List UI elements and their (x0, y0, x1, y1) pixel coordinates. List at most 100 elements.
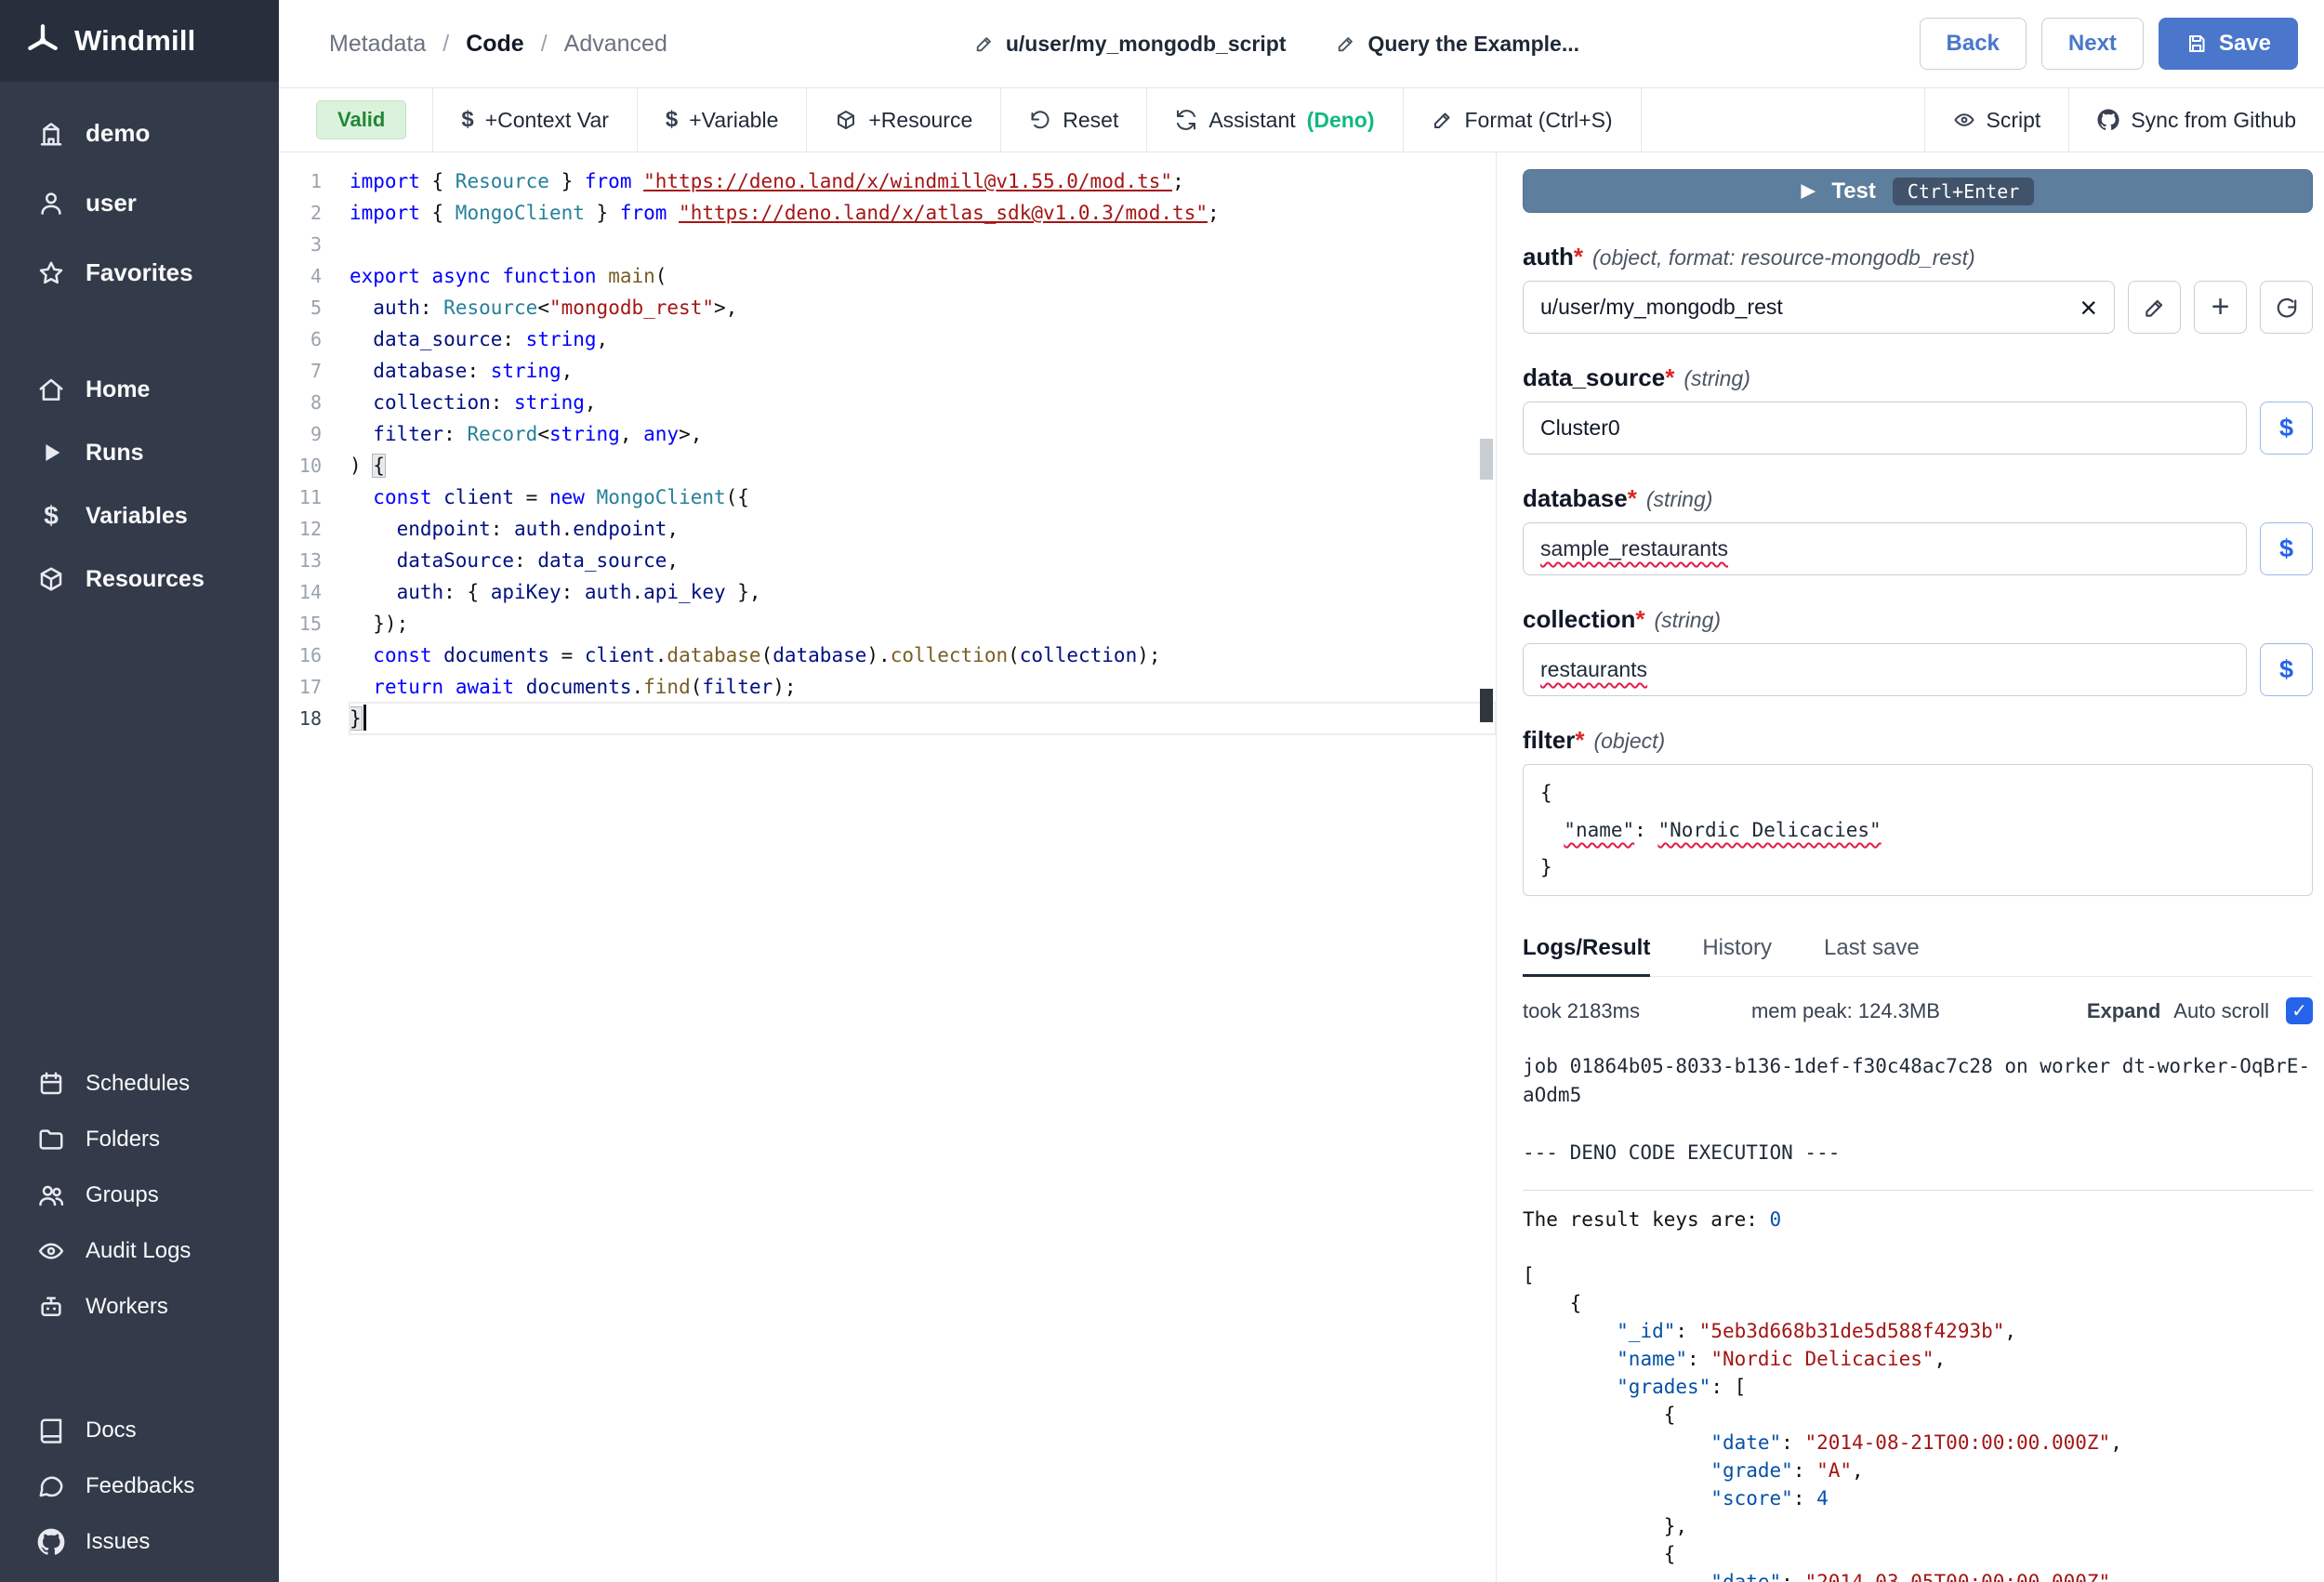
sidebar-item-workspace-demo[interactable]: demo (0, 99, 279, 168)
code-lines[interactable]: import { Resource } from "https://deno.l… (322, 165, 1496, 1582)
sidebar-item-resources[interactable]: Resources (0, 547, 279, 611)
script-summary: Query the Example... (1367, 32, 1579, 57)
sidebar-item-home[interactable]: Home (0, 358, 279, 421)
topbar: Metadata / Code / Advanced u/user/my_mon… (279, 0, 2324, 87)
main-nav-section: Home Runs $ Variables Resources (0, 358, 279, 611)
result-json: The result keys are: 0[ { "_id": "5eb3d6… (1523, 1206, 2313, 1582)
next-button[interactable]: Next (2041, 18, 2144, 70)
script-view-button[interactable]: Script (1924, 88, 2069, 152)
scrollbar-handle[interactable] (1480, 439, 1493, 480)
field-label-filter: filter * (object) (1523, 726, 2313, 755)
breadcrumb-separator: / (442, 31, 449, 58)
sidebar-item-schedules[interactable]: Schedules (0, 1056, 279, 1112)
collection-input[interactable]: restaurants (1523, 643, 2247, 696)
chat-icon (37, 1472, 65, 1500)
refresh-icon (2275, 296, 2299, 320)
test-button[interactable]: ▶ Test Ctrl+Enter (1523, 169, 2313, 213)
pencil-icon (1336, 33, 1356, 54)
format-button[interactable]: Format (Ctrl+S) (1404, 88, 1642, 152)
footer-nav-section: Docs Feedbacks Issues (0, 1403, 279, 1570)
field-label-auth: auth * (object, format: resource-mongodb… (1523, 243, 2313, 271)
pencil-icon (2143, 296, 2167, 320)
eye-icon (37, 1237, 65, 1265)
data-source-row: Cluster0 $ (1523, 402, 2313, 455)
auth-resource-input[interactable]: u/user/my_mongodb_rest × (1523, 281, 2115, 334)
add-context-var-button[interactable]: $ +Context Var (432, 88, 638, 152)
pen-icon (1432, 109, 1454, 131)
reset-button[interactable]: Reset (1001, 88, 1147, 152)
tab-last-save[interactable]: Last save (1824, 935, 1920, 976)
autoscroll-checkbox[interactable]: ✓ (2286, 997, 2313, 1024)
tab-code[interactable]: Code (466, 31, 524, 58)
field-label-database: database * (string) (1523, 484, 2313, 513)
sidebar: Windmill demo user Favorites (0, 0, 279, 1582)
database-variable-picker-button[interactable]: $ (2260, 522, 2313, 575)
tab-advanced[interactable]: Advanced (564, 31, 667, 58)
script-summary-edit[interactable]: Query the Example... (1336, 32, 1579, 57)
user-name: user (86, 189, 137, 218)
tab-metadata[interactable]: Metadata (329, 31, 426, 58)
exec-header: --- DENO CODE EXECUTION --- (1523, 1139, 2313, 1167)
github-icon (37, 1528, 65, 1556)
sidebar-item-favorites[interactable]: Favorites (0, 238, 279, 308)
refresh-cw-icon (1175, 109, 1197, 131)
add-variable-button[interactable]: $ +Variable (638, 88, 807, 152)
sidebar-item-audit-logs[interactable]: Audit Logs (0, 1223, 279, 1279)
home-icon (37, 376, 65, 403)
autoscroll-label: Auto scroll (2173, 999, 2269, 1023)
dollar-icon: $ (461, 107, 473, 133)
add-resource-inline-button[interactable]: + (2194, 281, 2247, 334)
building-icon (37, 120, 65, 148)
save-button[interactable]: Save (2159, 18, 2298, 70)
logs-result-divider (1523, 1190, 2313, 1191)
clear-icon[interactable]: × (2080, 293, 2097, 323)
filter-json-editor[interactable]: { "name": "Nordic Delicacies"} (1523, 764, 2313, 896)
breadcrumb-separator: / (541, 31, 548, 58)
sidebar-item-user[interactable]: user (0, 168, 279, 238)
required-asterisk: * (1575, 726, 1584, 755)
required-asterisk: * (1628, 484, 1637, 513)
sidebar-item-variables[interactable]: $ Variables (0, 484, 279, 547)
refresh-resource-button[interactable] (2260, 281, 2313, 334)
log-output: job 01864b05-8033-b136-1def-f30c48ac7c28… (1523, 1052, 2313, 1167)
top-actions: Back Next Save (1920, 18, 2298, 70)
tab-history[interactable]: History (1702, 935, 1772, 976)
run-status-row: took 2183ms mem peak: 124.3MB Expand Aut… (1523, 997, 2313, 1024)
database-input[interactable]: sample_restaurants (1523, 522, 2247, 575)
windmill-logo-icon (24, 22, 61, 59)
eye-icon (1953, 109, 1975, 131)
workspace-logo[interactable]: Windmill (0, 0, 279, 82)
editor-scrollbar[interactable] (1477, 152, 1496, 1582)
auth-row: u/user/my_mongodb_rest × + (1523, 281, 2313, 334)
edit-resource-button[interactable] (2128, 281, 2181, 334)
expand-button[interactable]: Expand (2087, 999, 2160, 1023)
dollar-icon: $ (666, 107, 678, 133)
save-icon (2185, 33, 2208, 55)
folder-icon (37, 1126, 65, 1154)
tab-logs-result[interactable]: Logs/Result (1523, 935, 1650, 977)
sidebar-item-runs[interactable]: Runs (0, 421, 279, 484)
assistant-button[interactable]: Assistant (Deno) (1147, 88, 1403, 152)
assistant-language-label: (Deno) (1307, 108, 1375, 133)
data-source-variable-picker-button[interactable]: $ (2260, 402, 2313, 455)
user-icon (37, 190, 65, 218)
run-panel: ▶ Test Ctrl+Enter auth * (object, format… (1497, 152, 2324, 1582)
app-title: Windmill (74, 24, 195, 58)
collection-variable-picker-button[interactable]: $ (2260, 643, 2313, 696)
output-tabs: Logs/Result History Last save (1523, 935, 2313, 977)
sync-github-button[interactable]: Sync from Github (2068, 88, 2324, 152)
sidebar-item-folders[interactable]: Folders (0, 1112, 279, 1167)
data-source-input[interactable]: Cluster0 (1523, 402, 2247, 455)
sidebar-item-issues[interactable]: Issues (0, 1514, 279, 1570)
play-icon: ▶ (1802, 180, 1816, 202)
sidebar-item-docs[interactable]: Docs (0, 1403, 279, 1458)
sidebar-item-groups[interactable]: Groups (0, 1167, 279, 1223)
sidebar-item-feedbacks[interactable]: Feedbacks (0, 1458, 279, 1514)
sidebar-item-workers[interactable]: Workers (0, 1279, 279, 1335)
star-icon (37, 259, 65, 287)
code-editor[interactable]: 123456789101112131415161718 import { Res… (279, 152, 1497, 1582)
play-icon (37, 439, 65, 467)
add-resource-button[interactable]: +Resource (807, 88, 1001, 152)
back-button[interactable]: Back (1920, 18, 2027, 70)
script-path-edit[interactable]: u/user/my_mongodb_script (974, 32, 1287, 57)
